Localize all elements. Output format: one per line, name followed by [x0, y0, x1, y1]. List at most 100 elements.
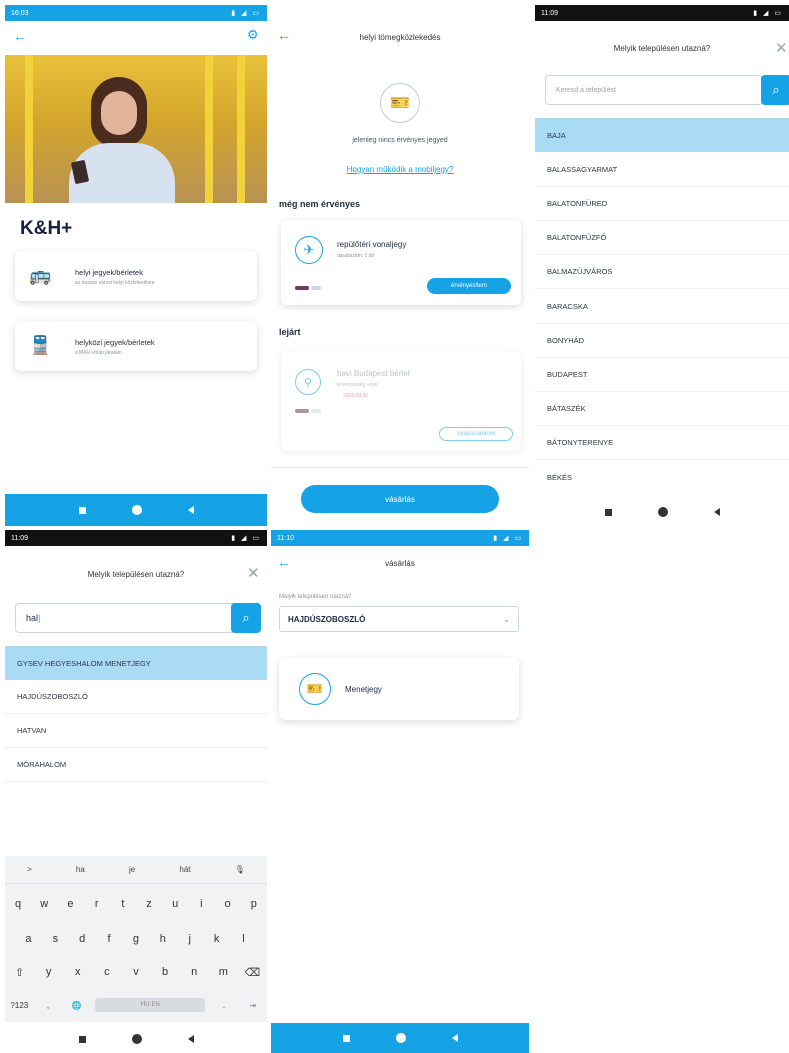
key-row-4: ?123 , 🌐 HU·EN . ⇥: [5, 998, 267, 1012]
key[interactable]: q: [8, 898, 28, 910]
key[interactable]: p: [244, 898, 264, 910]
status-bar: 11:10 ▮ ◢ ▭: [271, 530, 529, 546]
key[interactable]: d: [72, 933, 92, 945]
chevron-down-icon: ⌄: [503, 614, 510, 624]
key[interactable]: f: [99, 933, 119, 945]
key[interactable]: r: [87, 898, 107, 910]
screen-purchase: 11:10 ▮ ◢ ▭ ← vásárlás Melyik települése…: [271, 530, 529, 1053]
key[interactable]: k: [207, 933, 227, 945]
key[interactable]: b: [155, 966, 175, 979]
symbols-key[interactable]: ?123: [9, 1001, 29, 1010]
list-item[interactable]: BALATONFŰZFŐ: [535, 221, 789, 255]
home-icon[interactable]: [657, 507, 668, 517]
back-icon[interactable]: [187, 506, 194, 514]
page-title: vásárlás: [385, 559, 415, 568]
list-item[interactable]: BARACSKA: [535, 290, 789, 324]
list-item[interactable]: GYSEV HEGYESHALOM MENETJEGY: [5, 646, 267, 680]
person-icon: ⚲: [295, 369, 321, 395]
list-item[interactable]: HAJDÚSZOBOSZLÓ: [5, 680, 267, 714]
recents-icon[interactable]: [78, 506, 86, 514]
list-item[interactable]: BALATONFÜRED: [535, 187, 789, 221]
enter-key[interactable]: ⇥: [243, 1001, 263, 1010]
key[interactable]: u: [165, 898, 185, 910]
space-key[interactable]: HU·EN: [95, 998, 206, 1012]
key[interactable]: j: [180, 933, 200, 945]
back-icon[interactable]: [713, 508, 720, 516]
list-item[interactable]: BONYHÁD: [535, 324, 789, 358]
key[interactable]: n: [184, 966, 204, 979]
search-icon[interactable]: ⌕: [761, 75, 789, 105]
close-icon[interactable]: ✕: [247, 564, 260, 582]
back-icon[interactable]: [187, 1035, 194, 1043]
search-icon[interactable]: ⌕: [231, 603, 261, 633]
operator-logo: [295, 286, 309, 290]
key[interactable]: y: [39, 966, 59, 979]
list-item[interactable]: BÁTONYTERENYE: [535, 426, 789, 460]
card-local-tickets[interactable]: 🚌 helyi jegyek/bérletek az összes városi…: [15, 251, 257, 301]
home-icon[interactable]: [395, 1033, 406, 1043]
key[interactable]: a: [18, 933, 38, 945]
system-nav-bar: [535, 498, 789, 526]
card-intercity-tickets[interactable]: 🚆 helyközi jegyek/bérletek a MÁV-Volán j…: [15, 321, 257, 371]
back-arrow-icon[interactable]: ←: [13, 28, 27, 44]
ticket-title: havi Budapest bérlet: [337, 369, 410, 378]
ticket-quantity: darabszám: 1 db: [337, 253, 375, 259]
mic-icon[interactable]: 🎙: [235, 865, 245, 874]
close-icon[interactable]: ✕: [775, 39, 788, 57]
suggestion[interactable]: je: [129, 865, 135, 874]
key[interactable]: m: [213, 966, 233, 979]
suggestion[interactable]: hát: [179, 865, 190, 874]
key[interactable]: e: [60, 898, 80, 910]
system-nav-bar: [5, 1025, 267, 1053]
shift-key[interactable]: ⇧: [10, 966, 30, 979]
key[interactable]: l: [233, 933, 253, 945]
home-icon[interactable]: [131, 505, 142, 515]
period-key[interactable]: .: [214, 1001, 234, 1010]
page-title: helyi tömegközlekedés: [359, 33, 441, 42]
key[interactable]: h: [153, 933, 173, 945]
key[interactable]: w: [34, 898, 54, 910]
key[interactable]: c: [97, 966, 117, 979]
key[interactable]: s: [45, 933, 65, 945]
list-item[interactable]: BÉKÉS: [535, 460, 789, 494]
back-icon[interactable]: [451, 1034, 458, 1042]
suggestion[interactable]: ha: [76, 865, 85, 874]
suggestion-expand[interactable]: >: [27, 865, 32, 874]
list-item[interactable]: BALASSAGYARMAT: [535, 153, 789, 187]
recents-icon[interactable]: [342, 1034, 350, 1042]
city-select[interactable]: HAJDÚSZOBOSZLÓ ⌄: [279, 606, 519, 632]
list-item[interactable]: BUDAPEST: [535, 358, 789, 392]
status-bar: 11:09 ▮ ◢ ▭: [5, 530, 267, 546]
buy-button[interactable]: vásárlás: [301, 485, 499, 513]
list-item[interactable]: BÁTASZÉK: [535, 392, 789, 426]
list-item[interactable]: BAJA: [535, 118, 789, 152]
gear-icon[interactable]: ⚙: [247, 27, 259, 43]
key[interactable]: v: [126, 966, 146, 979]
backspace-key[interactable]: ⌫: [242, 966, 262, 979]
key[interactable]: x: [68, 966, 88, 979]
ticket-card-airport[interactable]: ✈ repülőtéri vonaljegy darabszám: 1 db é…: [281, 220, 521, 305]
list-item[interactable]: BALMAZÚJVÁROS: [535, 255, 789, 289]
key[interactable]: t: [113, 898, 133, 910]
card-title: helyközi jegyek/bérletek: [75, 338, 155, 347]
home-icon[interactable]: [131, 1034, 142, 1044]
recents-icon[interactable]: [78, 1035, 86, 1043]
comma-key[interactable]: ,: [38, 1001, 58, 1010]
product-card[interactable]: 🎫 Menetjegy: [279, 658, 519, 720]
ticket-card-monthly[interactable]: ⚲ havi Budapest bérlet érvényesség vége …: [281, 351, 521, 451]
how-it-works-link[interactable]: Hogyan működik a mobiljegy?: [271, 165, 529, 174]
globe-icon[interactable]: 🌐: [67, 1001, 87, 1010]
key[interactable]: i: [191, 898, 211, 910]
list-item[interactable]: MÓRAHALOM: [5, 748, 267, 782]
key[interactable]: z: [139, 898, 159, 910]
keyboard: > ha je hát 🎙 q w e r t z u i o p a s d …: [5, 856, 267, 1022]
search-input[interactable]: hal |: [15, 603, 237, 633]
search-input[interactable]: Keresd a települést: [545, 75, 763, 105]
rebuy-button[interactable]: újravásárolom: [439, 427, 513, 441]
key[interactable]: o: [218, 898, 238, 910]
key[interactable]: g: [126, 933, 146, 945]
recents-icon[interactable]: [604, 508, 612, 516]
status-icons: ▮ ◢ ▭: [231, 535, 261, 542]
list-item[interactable]: HATVAN: [5, 714, 267, 748]
validate-button[interactable]: érvényesítem: [427, 278, 511, 294]
